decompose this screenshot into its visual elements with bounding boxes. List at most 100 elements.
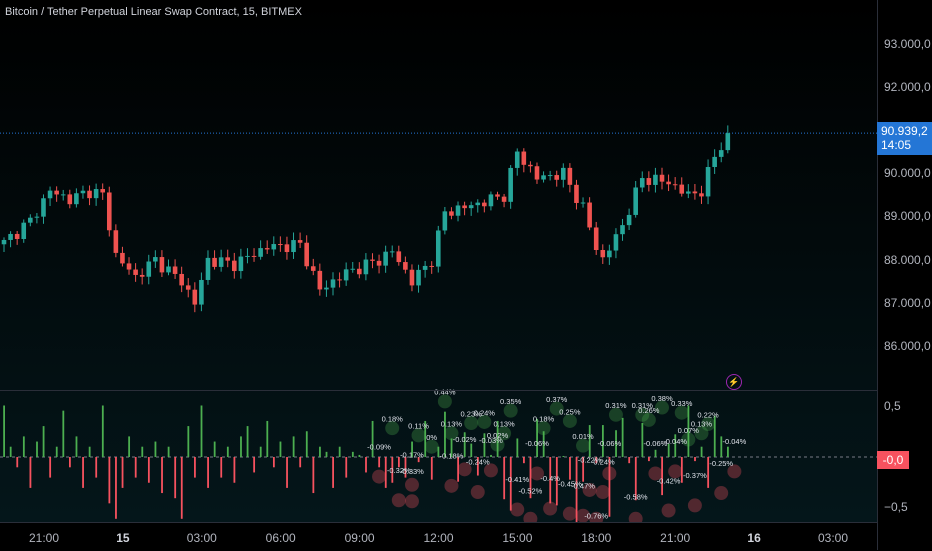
candle-body <box>166 266 171 273</box>
candle-body <box>21 222 27 239</box>
candle-body <box>264 248 270 250</box>
candle-body <box>212 257 217 267</box>
indicator-tick: 0,5 <box>884 399 901 413</box>
candle-body <box>547 175 553 177</box>
histogram-bar <box>101 405 104 457</box>
histogram-bar <box>279 441 282 457</box>
histogram-bar <box>187 426 190 457</box>
candle-body <box>330 279 336 288</box>
candle-body <box>297 240 303 243</box>
histogram-bar <box>128 436 131 457</box>
candle-body <box>514 151 520 168</box>
percent-label: 0.26% <box>638 406 660 415</box>
candle-body <box>370 259 375 261</box>
histogram-bar <box>338 446 341 457</box>
last-price-value: 90.939,2 <box>881 124 928 138</box>
candle-body <box>192 289 198 305</box>
signal-circle <box>602 466 617 481</box>
candle-body <box>41 198 46 217</box>
percent-label: 0.24% <box>474 408 496 417</box>
candle-body <box>133 269 138 275</box>
signal-circle <box>543 501 558 516</box>
percent-label: -0.47% <box>571 481 595 490</box>
candle-body <box>646 178 652 185</box>
histogram-bar <box>562 455 565 457</box>
signal-circle <box>714 486 729 501</box>
percent-label: 0.31% <box>605 401 627 410</box>
candle-body <box>495 194 500 197</box>
histogram-bar <box>49 457 52 478</box>
histogram-bar <box>516 438 519 457</box>
candle-body <box>139 274 145 277</box>
candle-body <box>534 166 540 180</box>
candle-body <box>488 194 494 207</box>
histogram-bar <box>654 449 657 457</box>
price-tick: 86.000,0 <box>884 339 931 353</box>
signal-circle <box>628 511 643 522</box>
candle-body <box>712 156 717 168</box>
histogram-bar <box>233 457 236 483</box>
histogram-bar <box>332 457 334 488</box>
price-tick: 88.000,0 <box>884 253 931 267</box>
time-axis[interactable]: 21:00 15 03:00 06:00 09:00 12:00 15:00 18:00 21:… <box>0 522 877 551</box>
candle-body <box>396 251 402 263</box>
signal-circle <box>523 511 538 522</box>
indicator-last-value: -0,0 <box>877 451 909 469</box>
candle-body <box>613 234 619 251</box>
symbol-title: Bitcoin / Tether Perpetual Linear Swap C… <box>5 6 302 18</box>
percent-label: -0.33% <box>400 467 424 476</box>
histogram-bar <box>121 457 124 488</box>
candle-body <box>185 285 191 290</box>
indicator-tick: −0,5 <box>884 500 908 514</box>
candle-body <box>468 205 474 209</box>
chart-canvas[interactable]: 0.18%0.44%0.11%0%0.13%0.23%0.24%0.13%0.3… <box>0 0 877 522</box>
candle-body <box>47 190 53 199</box>
candle-body <box>639 178 645 188</box>
signal-circle <box>404 494 419 509</box>
candle-body <box>409 269 415 286</box>
histogram-bar <box>240 436 242 457</box>
signal-circle <box>444 478 459 493</box>
histogram-bar <box>22 436 25 457</box>
percent-label: -0.06% <box>525 439 549 448</box>
candle-body <box>435 230 441 267</box>
histogram-bar <box>490 454 492 457</box>
histogram-bar <box>62 410 65 457</box>
percent-label: 0.01% <box>572 432 594 441</box>
candle-body <box>725 133 731 151</box>
histogram-bar <box>292 436 295 457</box>
candle-body <box>528 164 533 167</box>
histogram-bar <box>161 457 163 494</box>
percent-label: -0.04% <box>663 437 687 446</box>
pane-separator[interactable] <box>0 390 932 391</box>
candle-body <box>245 255 250 257</box>
candle-body <box>482 202 487 207</box>
lightning-icon[interactable]: ⚡ <box>726 374 742 390</box>
candle-body <box>455 205 461 216</box>
candle-body <box>383 251 388 266</box>
candle-body <box>284 244 290 253</box>
candle-body <box>350 268 356 270</box>
signal-circle <box>661 503 676 518</box>
time-tick: 03:00 <box>817 531 849 545</box>
candle-body <box>324 287 329 290</box>
percent-label: -0.24% <box>591 458 615 467</box>
histogram-bar <box>147 457 150 483</box>
candle-body <box>541 175 546 180</box>
time-tick: 09:00 <box>344 531 375 545</box>
percent-label: -0.09% <box>367 442 391 451</box>
candle-body <box>225 257 231 261</box>
histogram-bar <box>365 457 367 473</box>
percent-label: -0.52% <box>519 487 543 496</box>
percent-label: 0.18% <box>533 414 555 423</box>
histogram-bar <box>727 446 729 457</box>
percent-label: -0.02% <box>453 435 477 444</box>
candle-body <box>607 250 612 258</box>
candle-body <box>501 196 507 202</box>
candle-body <box>376 260 382 266</box>
percent-label: 0.13% <box>493 420 515 429</box>
candle-body <box>34 216 40 218</box>
percent-label: -0.58% <box>624 493 648 502</box>
percent-label: -0.76% <box>584 511 608 520</box>
percent-label: -0.04% <box>722 437 746 446</box>
